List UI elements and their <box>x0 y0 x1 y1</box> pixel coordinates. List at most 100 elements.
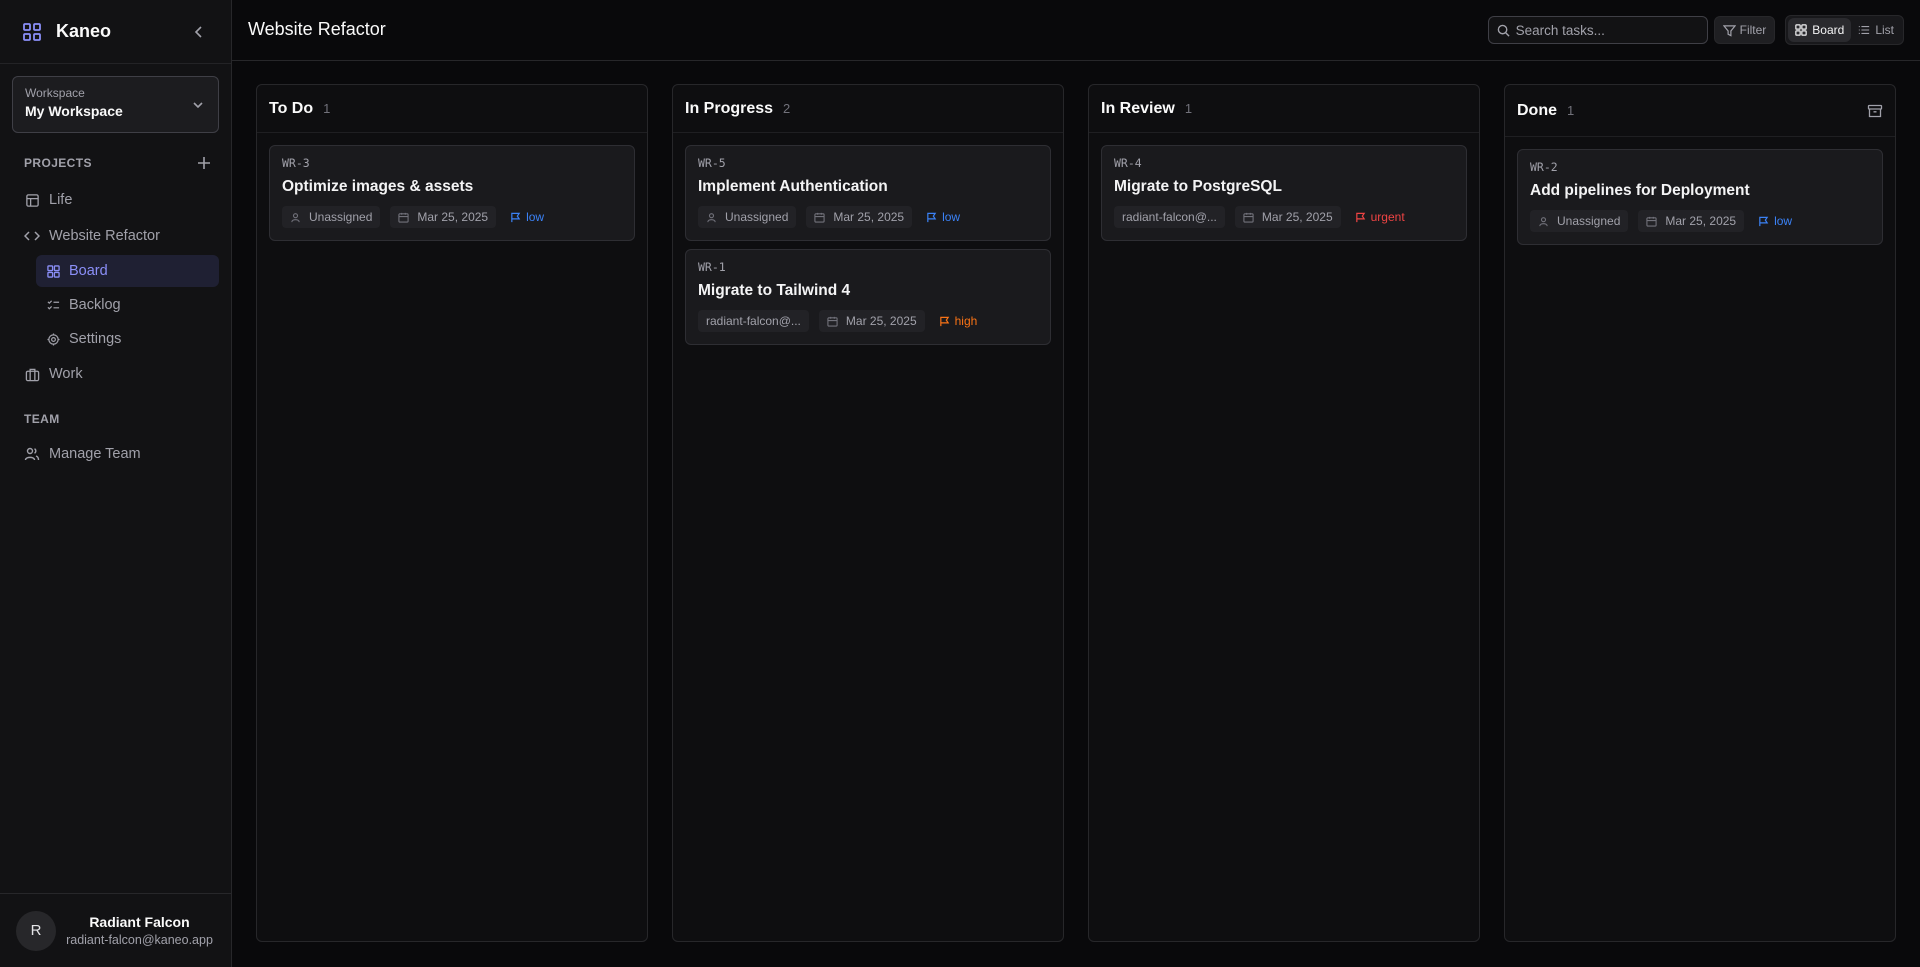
assignee-chip[interactable]: Unassigned <box>698 206 797 228</box>
page-header: Website Refactor Filter Board <box>232 0 1920 61</box>
task-card[interactable]: WR-3 Optimize images & assets Unassigned… <box>269 145 635 241</box>
calendar-icon <box>398 212 410 223</box>
kanban-board: To Do 1 WR-3 Optimize images & assets Un… <box>232 61 1920 967</box>
sidebar-item-work[interactable]: Work <box>12 357 219 391</box>
assignee-name: radiant-falcon@... <box>1122 210 1217 224</box>
view-board-label: Board <box>1812 23 1845 37</box>
calendar-icon <box>827 316 838 327</box>
task-card[interactable]: WR-4 Migrate to PostgreSQL radiant-falco… <box>1101 145 1467 241</box>
code-icon <box>24 228 40 244</box>
due-date: Mar 25, 2025 <box>1665 214 1737 228</box>
task-card[interactable]: WR-5 Implement Authentication Unassigned… <box>685 145 1051 241</box>
priority-label: urgent <box>1370 210 1405 224</box>
sidebar-item-label: Work <box>49 366 83 382</box>
users-icon <box>24 446 40 462</box>
column-todo: To Do 1 WR-3 Optimize images & assets Un… <box>256 84 648 942</box>
search-icon <box>1497 24 1510 37</box>
task-card[interactable]: WR-2 Add pipelines for Deployment Unassi… <box>1517 149 1883 245</box>
assignee-chip[interactable]: radiant-falcon@... <box>698 310 809 332</box>
sidebar-item-board[interactable]: Board <box>36 255 219 287</box>
user-icon <box>290 212 301 223</box>
brand-name: Kaneo <box>56 21 112 41</box>
sidebar-item-website-refactor[interactable]: Website Refactor <box>12 219 219 253</box>
column-title: Done <box>1517 101 1557 119</box>
task-id: WR-2 <box>1530 160 1558 174</box>
due-date-chip[interactable]: Mar 25, 2025 <box>1638 210 1745 232</box>
column-in-review: In Review 1 WR-4 Migrate to PostgreSQL r… <box>1088 84 1480 942</box>
due-date-chip[interactable]: Mar 25, 2025 <box>390 206 497 228</box>
column-count: 2 <box>783 101 791 116</box>
priority-badge[interactable]: high <box>935 314 982 328</box>
priority-label: low <box>942 210 961 224</box>
priority-label: high <box>954 314 978 328</box>
due-date: Mar 25, 2025 <box>1261 210 1333 224</box>
flag-icon <box>1758 216 1769 227</box>
view-list-button[interactable]: List <box>1851 18 1901 42</box>
chevron-down-icon <box>190 97 206 113</box>
due-date-chip[interactable]: Mar 25, 2025 <box>1234 206 1341 228</box>
priority-badge[interactable]: low <box>922 210 964 224</box>
column-header: To Do 1 <box>257 85 647 133</box>
task-title: Migrate to PostgreSQL <box>1114 178 1282 195</box>
task-id: WR-3 <box>282 156 310 170</box>
user-name: Radiant Falcon <box>89 914 190 930</box>
sidebar-item-manage-team[interactable]: Manage Team <box>12 437 219 471</box>
collapse-sidebar-icon[interactable] <box>189 22 209 42</box>
view-board-button[interactable]: Board <box>1788 18 1852 42</box>
search-input[interactable] <box>1515 22 1699 38</box>
column-title: In Review <box>1101 99 1175 117</box>
workspace-label: Workspace <box>25 86 85 100</box>
calendar-icon <box>814 212 826 223</box>
sidebar-item-life[interactable]: Life <box>12 183 219 217</box>
filter-label: Filter <box>1739 23 1767 37</box>
workspace-value: My Workspace <box>25 103 123 119</box>
list-checks-icon <box>46 298 60 312</box>
task-id: WR-4 <box>1114 156 1142 170</box>
column-done: Done 1 WR-2 Add pipelines for Deployment <box>1504 84 1896 942</box>
due-date: Mar 25, 2025 <box>833 210 905 224</box>
assignee-name: Unassigned <box>1557 214 1621 228</box>
sidebar-item-backlog[interactable]: Backlog <box>36 289 219 321</box>
gear-icon <box>46 332 60 346</box>
task-card[interactable]: WR-1 Migrate to Tailwind 4 radiant-falco… <box>685 249 1051 345</box>
archive-icon[interactable] <box>1867 103 1883 119</box>
page-title: Website Refactor <box>248 18 386 39</box>
team-title: TEAM <box>24 412 60 426</box>
task-title: Add pipelines for Deployment <box>1530 182 1750 199</box>
priority-badge[interactable]: urgent <box>1351 210 1409 224</box>
grid-icon <box>46 264 60 278</box>
layout-icon <box>24 192 40 208</box>
flag-icon <box>926 212 937 223</box>
calendar-icon <box>1243 212 1254 223</box>
column-header: In Review 1 <box>1089 85 1479 133</box>
priority-label: low <box>1774 214 1793 228</box>
priority-badge[interactable]: low <box>506 210 548 224</box>
assignee-name: radiant-falcon@... <box>706 314 801 328</box>
workspace-select[interactable]: Workspace My Workspace <box>12 76 219 133</box>
sidebar-item-label: Board <box>69 263 108 279</box>
column-in-progress: In Progress 2 WR-5 Implement Authenticat… <box>672 84 1064 942</box>
assignee-chip[interactable]: Unassigned <box>282 206 381 228</box>
main-content: Website Refactor Filter Board <box>232 0 1920 967</box>
due-date-chip[interactable]: Mar 25, 2025 <box>818 310 925 332</box>
sidebar-item-label: Life <box>49 192 73 208</box>
user-profile[interactable]: R Radiant Falcon radiant-falcon@kaneo.ap… <box>0 893 231 967</box>
briefcase-icon <box>24 366 40 382</box>
assignee-chip[interactable]: radiant-falcon@... <box>1114 206 1225 228</box>
due-date-chip[interactable]: Mar 25, 2025 <box>806 206 913 228</box>
search-box <box>1487 16 1708 44</box>
view-toggle: Board List <box>1785 15 1904 45</box>
due-date: Mar 25, 2025 <box>417 210 489 224</box>
priority-badge[interactable]: low <box>1754 214 1796 228</box>
priority-label: low <box>526 210 545 224</box>
flag-icon <box>510 212 521 223</box>
column-count: 1 <box>1567 103 1575 118</box>
assignee-chip[interactable]: Unassigned <box>1530 210 1629 232</box>
sidebar-item-settings[interactable]: Settings <box>36 323 219 355</box>
add-project-icon[interactable] <box>195 154 213 172</box>
view-list-label: List <box>1875 23 1894 37</box>
sidebar: Kaneo Workspace My Workspace PROJECTS Li… <box>0 0 232 967</box>
filter-button[interactable]: Filter <box>1713 16 1776 44</box>
filter-icon <box>1722 24 1736 37</box>
sidebar-item-label: Manage Team <box>49 446 141 462</box>
